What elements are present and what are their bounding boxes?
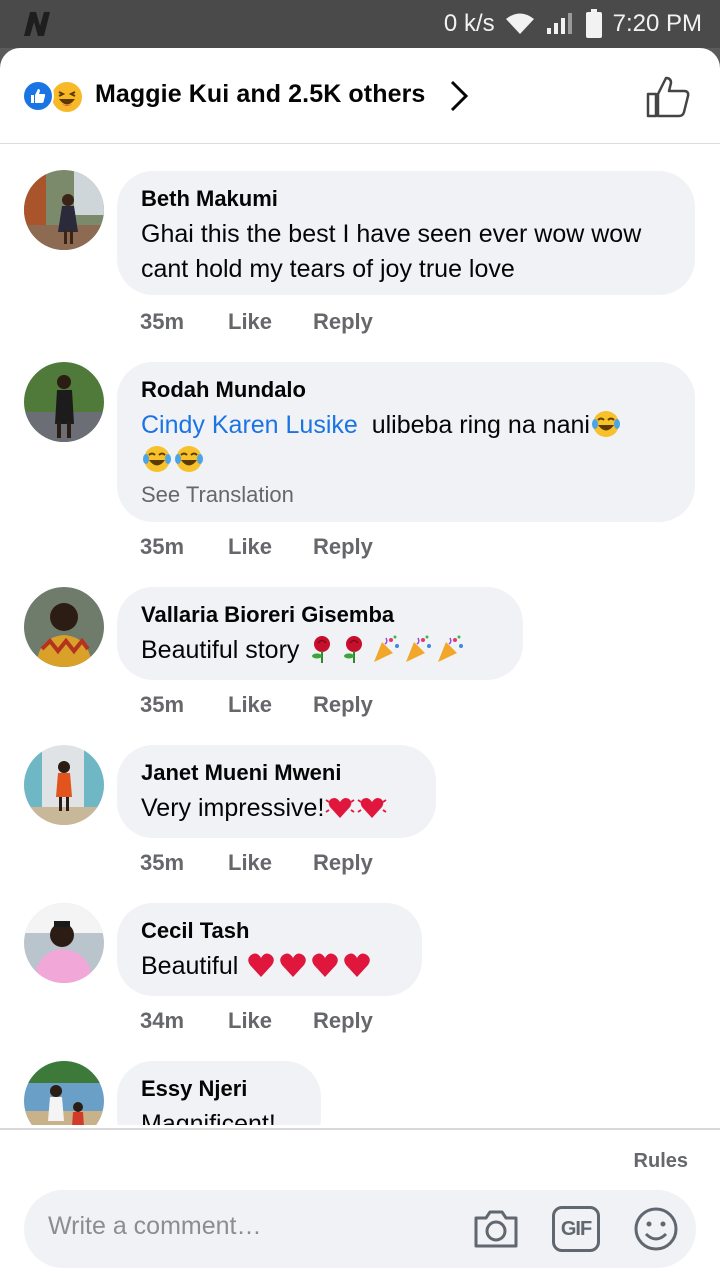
comment-body: Cindy Karen Lusike ulibeba ring na nani <box>141 408 671 478</box>
comment-input[interactable]: Write a comment… GIF <box>24 1190 696 1268</box>
comment-composer: Rules Write a comment… GIF <box>0 1128 720 1280</box>
tears-of-joy-emoji-icon <box>143 446 171 472</box>
comment-bubble[interactable]: Cecil Tash Beautiful <box>117 903 422 996</box>
avatar[interactable] <box>24 745 104 825</box>
wifi-icon <box>505 13 534 34</box>
comment-time: 35m <box>140 309 185 334</box>
beating-heart-emoji-icon <box>357 798 387 818</box>
chevron-right-icon[interactable] <box>446 78 472 114</box>
comment-bubble[interactable]: Essy Njeri Magnificent! <box>117 1061 321 1125</box>
comment-actions: 35m Like Reply <box>140 850 373 876</box>
comment-input-placeholder[interactable]: Write a comment… <box>48 1212 261 1241</box>
comment-list: Beth Makumi Ghai this the best I have se… <box>0 145 720 1125</box>
comment-actions: 34m Like Reply <box>140 1008 373 1034</box>
comments-sheet: Maggie Kui and 2.5K others Beth Makumi G… <box>0 48 720 1280</box>
app-logo-icon <box>24 12 50 36</box>
reply-button[interactable]: Reply <box>313 534 373 560</box>
like-button[interactable]: Like <box>228 692 313 718</box>
rose-emoji-icon <box>344 636 363 663</box>
battery-icon <box>585 9 602 38</box>
comment-bubble[interactable]: Beth Makumi Ghai this the best I have se… <box>117 171 695 295</box>
comment-time: 35m <box>140 534 185 559</box>
comment-text: Beautiful <box>141 952 239 980</box>
party-popper-emoji-icon <box>438 635 464 662</box>
comment-time: 34m <box>140 1008 185 1033</box>
clock: 7:20 PM <box>612 10 702 37</box>
avatar[interactable] <box>24 170 104 250</box>
comment-author[interactable]: Cecil Tash <box>141 917 398 945</box>
comment-actions: 35m Like Reply <box>140 309 373 335</box>
tears-of-joy-emoji-icon <box>591 411 620 437</box>
beating-heart-emoji-icon <box>325 798 355 818</box>
avatar[interactable] <box>24 1061 104 1125</box>
red-heart-emoji-icon <box>248 953 275 977</box>
red-heart-emoji-icon <box>312 953 339 977</box>
party-popper-emoji-icon <box>374 635 400 662</box>
comment-actions: 35m Like Reply <box>140 692 373 718</box>
like-button[interactable]: Like <box>228 850 313 876</box>
rules-link[interactable]: Rules <box>634 1150 688 1173</box>
comment-author[interactable]: Vallaria Bioreri Gisemba <box>141 601 499 629</box>
comment-author[interactable]: Janet Mueni Mweni <box>141 759 412 787</box>
emoji-icon[interactable] <box>632 1206 680 1252</box>
thumbs-up-icon[interactable] <box>644 74 692 120</box>
rose-emoji-icon <box>312 636 331 663</box>
haha-reaction-icon <box>50 80 84 114</box>
comment-body: Very impressive! <box>141 791 412 826</box>
status-bar: 0 k/s 7:20 PM <box>0 0 720 48</box>
reply-button[interactable]: Reply <box>313 309 373 335</box>
comment-actions: 35m Like Reply <box>140 534 373 560</box>
see-translation-link[interactable]: See Translation <box>141 480 671 510</box>
like-button[interactable]: Like <box>228 534 313 560</box>
red-heart-emoji-icon <box>280 953 307 977</box>
camera-icon[interactable] <box>472 1206 520 1252</box>
comment-text: Ghai this the best I have seen ever wow … <box>141 220 642 283</box>
comment-author[interactable]: Rodah Mundalo <box>141 376 671 404</box>
red-heart-emoji-icon <box>344 953 371 977</box>
comment-text: ulibeba ring na nani <box>371 411 590 439</box>
mention-link[interactable]: Cindy Karen Lusike <box>141 411 358 439</box>
tears-of-joy-emoji-icon <box>175 446 203 472</box>
comment-author[interactable]: Beth Makumi <box>141 185 671 213</box>
comment-text: Magnificent! <box>141 1110 276 1125</box>
like-button[interactable]: Like <box>228 309 313 335</box>
net-speed: 0 k/s <box>443 10 495 37</box>
reactions-summary[interactable]: Maggie Kui and 2.5K others <box>95 80 425 109</box>
comment-time: 35m <box>140 850 185 875</box>
avatar[interactable] <box>24 587 104 667</box>
comment-text: Beautiful story <box>141 636 300 664</box>
comment-body: Beautiful <box>141 949 398 984</box>
gif-label: GIF <box>560 1217 592 1240</box>
like-reaction-icon <box>22 80 54 112</box>
avatar[interactable] <box>24 903 104 983</box>
avatar[interactable] <box>24 362 104 442</box>
party-popper-emoji-icon <box>406 635 432 662</box>
like-button[interactable]: Like <box>228 1008 313 1034</box>
comment-bubble[interactable]: Janet Mueni Mweni Very impressive! <box>117 745 436 838</box>
reply-button[interactable]: Reply <box>313 1008 373 1034</box>
comment-author[interactable]: Essy Njeri <box>141 1075 297 1103</box>
reply-button[interactable]: Reply <box>313 692 373 718</box>
reply-button[interactable]: Reply <box>313 850 373 876</box>
comment-bubble[interactable]: Vallaria Bioreri Gisemba Beautiful story <box>117 587 523 680</box>
comment-text: Very impressive! <box>141 794 325 822</box>
comment-time: 35m <box>140 692 185 717</box>
comment-body: Beautiful story <box>141 633 499 668</box>
comment-bubble[interactable]: Rodah Mundalo Cindy Karen Lusike ulibeba… <box>117 362 695 522</box>
reaction-icons <box>22 80 88 114</box>
signal-icon <box>546 13 572 34</box>
gif-icon[interactable]: GIF <box>552 1206 600 1252</box>
reactions-bar[interactable]: Maggie Kui and 2.5K others <box>0 48 720 144</box>
